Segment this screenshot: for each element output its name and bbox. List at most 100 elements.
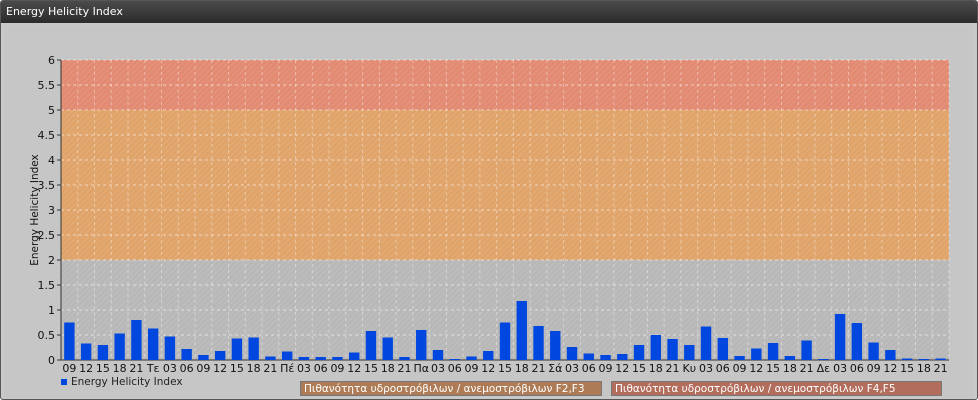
bar-33 [617,354,628,360]
y-tick-label: 1.5 [38,279,56,292]
bar-36 [667,339,678,360]
x-tick-label: 21 [532,362,546,375]
bar-9 [214,351,226,360]
bar-39 [717,338,729,360]
x-tick-label: 06 [582,362,596,375]
x-tick-label: 03 [163,362,177,375]
x-tick-label: 21 [263,362,277,375]
x-tick-label: 09 [867,362,881,375]
bar-41 [751,348,762,360]
x-tick-label: 18 [783,362,797,375]
x-tick-label: 18 [917,362,931,375]
legend-f4f5: Πιθανότητα υδροστρόβιλων / ανεμοστρόβιλω… [611,381,942,396]
bar-27 [516,301,527,360]
x-tick-label: 09 [62,362,76,375]
bar-45 [818,359,829,360]
x-tick-label: 03 [565,362,579,375]
bar-11 [248,337,259,360]
bar-25 [483,351,494,360]
series-swatch [61,379,67,385]
y-tick-label: 1 [48,304,55,317]
x-tick-label: 18 [515,362,529,375]
x-tick-label: 18 [649,362,663,375]
x-tick-label: 21 [397,362,411,375]
legend-f2f3: Πιθανότητα υδροστρόβιλων / ανεμοστρόβιλω… [300,381,602,396]
bar-31 [583,353,594,360]
x-tick-label: 03 [297,362,311,375]
x-tick-label: 06 [850,362,864,375]
bar-22 [432,350,444,360]
x-tick-label: 21 [129,362,143,375]
bar-14 [298,357,310,360]
x-tick-label: 15 [632,362,646,375]
bar-10 [231,338,243,360]
bar-16 [332,357,343,360]
bar-18 [365,331,377,360]
bar-32 [600,355,611,360]
x-tick-label: 15 [498,362,512,375]
x-tick-label: 21 [800,362,814,375]
bar-19 [382,337,393,360]
x-tick-label: 15 [230,362,244,375]
x-tick-label: 09 [196,362,210,375]
y-tick-label: 5.5 [38,79,56,92]
bar-3 [114,333,125,360]
y-axis-title: Energy Helicity Index [29,154,41,266]
x-tick-label: 09 [733,362,747,375]
bar-1 [80,343,92,360]
bar-13 [281,351,293,360]
bar-7 [181,349,192,360]
series-legend: Energy Helicity Index [61,376,183,388]
bar-43 [784,356,796,360]
x-tick-label: 06 [180,362,194,375]
bar-51 [918,359,930,360]
bar-29 [550,331,561,360]
bar-37 [684,345,695,360]
bar-52 [935,358,946,360]
bar-23 [449,359,460,360]
bar-28 [533,326,544,360]
x-tick-label: 09 [330,362,344,375]
bar-4 [131,320,142,360]
bar-5 [147,328,159,360]
x-tick-label: 18 [113,362,127,375]
x-tick-label: Σά [548,362,562,375]
bar-49 [885,350,896,360]
x-tick-label: 12 [347,362,361,375]
y-tick-label: 0.5 [38,329,56,342]
bar-8 [198,355,209,360]
x-tick-label: Πέ [280,362,294,375]
x-tick-label: 15 [96,362,110,375]
x-tick-label: Κυ [683,362,697,375]
y-tick-label: 2 [48,254,55,267]
y-tick-label: 5 [48,104,55,117]
y-tick-label: 6 [48,54,55,67]
x-tick-label: Πα [413,362,429,375]
x-tick-label: 15 [900,362,914,375]
bar-2 [97,345,109,360]
bar-46 [834,314,846,360]
bar-50 [901,358,913,360]
bar-26 [499,322,511,360]
bar-42 [767,343,779,360]
x-tick-label: 12 [481,362,495,375]
y-tick-label: 0 [48,354,55,367]
bar-0 [64,322,75,360]
x-tick-label: 06 [448,362,462,375]
x-tick-label: 03 [699,362,713,375]
x-tick-label: 03 [833,362,847,375]
x-tick-label: 12 [213,362,227,375]
bar-35 [650,335,661,360]
x-tick-label: 09 [599,362,613,375]
x-tick-label: 09 [464,362,478,375]
bar-12 [265,356,276,360]
bar-44 [801,340,812,360]
bar-40 [734,356,745,360]
bar-24 [466,356,477,360]
x-tick-label: Δε [817,362,831,375]
x-tick-label: 15 [364,362,378,375]
bar-6 [164,336,176,360]
bar-21 [416,330,427,360]
x-tick-label: 15 [766,362,780,375]
x-tick-label: 18 [247,362,261,375]
